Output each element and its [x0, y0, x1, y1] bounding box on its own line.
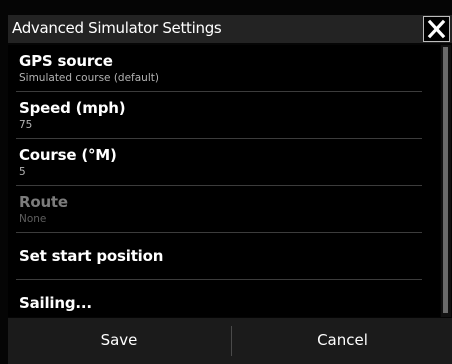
setting-course[interactable]: Course (°M) 5	[16, 139, 422, 186]
close-icon	[427, 19, 446, 39]
button-divider	[231, 326, 232, 356]
setting-value: 75	[19, 119, 33, 131]
list-scrollbar[interactable]	[441, 45, 451, 317]
settings-list: GPS source Simulated course (default) Sp…	[8, 45, 440, 317]
setting-label: GPS source	[19, 52, 113, 70]
close-button[interactable]	[423, 16, 450, 42]
setting-speed[interactable]: Speed (mph) 75	[16, 92, 422, 139]
setting-label: Set start position	[19, 247, 164, 265]
setting-value: Simulated course (default)	[19, 72, 159, 84]
setting-value: None	[19, 213, 47, 225]
setting-set-start-position[interactable]: Set start position	[16, 233, 422, 280]
setting-label: Route	[19, 193, 68, 211]
dialog-footer: Save Cancel	[8, 318, 452, 364]
setting-label: Course (°M)	[19, 146, 117, 164]
setting-label: Speed (mph)	[19, 99, 126, 117]
setting-value: 5	[19, 166, 26, 178]
dialog-titlebar: Advanced Simulator Settings	[8, 15, 452, 43]
advanced-simulator-settings-dialog: Advanced Simulator Settings GPS source S…	[0, 0, 452, 364]
setting-label: Sailing...	[19, 294, 92, 312]
setting-gps-source[interactable]: GPS source Simulated course (default)	[16, 45, 422, 92]
dialog-title: Advanced Simulator Settings	[12, 19, 222, 37]
save-button[interactable]: Save	[8, 318, 230, 364]
setting-route: Route None	[16, 186, 422, 233]
cancel-button[interactable]: Cancel	[233, 318, 452, 364]
scrollbar-thumb[interactable]	[443, 47, 448, 313]
